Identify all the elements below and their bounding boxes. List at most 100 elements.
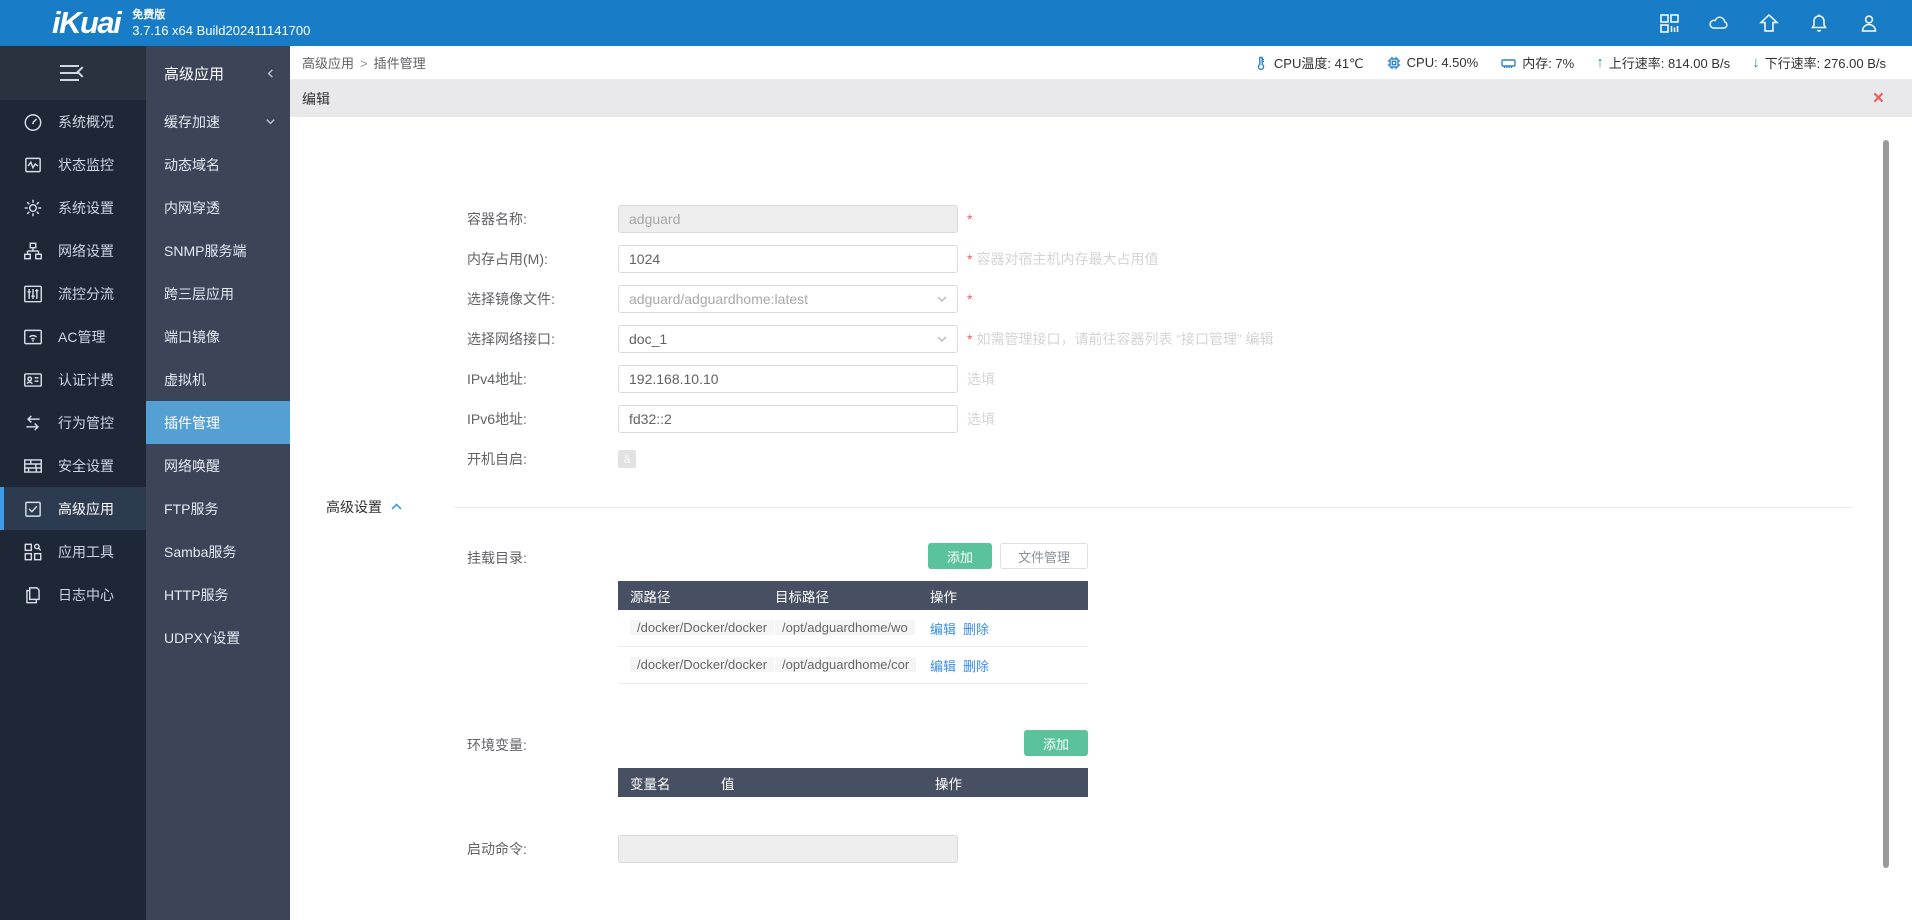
submenu-item-label: HTTP服务 bbox=[164, 585, 229, 605]
memory-icon bbox=[1500, 55, 1517, 71]
download-rate-status: ↓ 下行速率: 276.00 B/s bbox=[1752, 53, 1886, 72]
wifi-screen-icon bbox=[22, 326, 44, 348]
ipv4-input[interactable] bbox=[618, 365, 958, 393]
submenu-sidebar: 高级应用 缓存加速 动态域名 内网穿透 SNMP服务端 跨三层应用 端口镜像 虚… bbox=[146, 46, 290, 920]
submenu-item-label: 缓存加速 bbox=[164, 112, 220, 132]
sidebar-item-behavior-control[interactable]: 行为管控 bbox=[0, 401, 146, 444]
interface-select-value: doc_1 bbox=[629, 331, 667, 347]
status-bar: CPU温度: 41℃ CPU: 4.50% 内存: 7% ↑ 上行速率: 814… bbox=[1253, 53, 1886, 72]
sidebar-collapse-toggle[interactable] bbox=[0, 46, 146, 100]
close-icon[interactable]: × bbox=[1873, 89, 1884, 108]
column-actions: 操作 bbox=[930, 586, 1088, 606]
submenu-title: 高级应用 bbox=[164, 63, 224, 84]
container-name-label: 容器名称: bbox=[467, 209, 618, 229]
submenu-item-plugin-management[interactable]: 插件管理 bbox=[146, 401, 290, 444]
sidebar-item-system-settings[interactable]: 系统设置 bbox=[0, 186, 146, 229]
chevron-down-icon bbox=[265, 116, 276, 127]
target-path-cell: /opt/adguardhome/wo bbox=[775, 620, 915, 635]
env-label: 环境变量: bbox=[467, 730, 618, 755]
user-icon[interactable] bbox=[1858, 12, 1880, 34]
file-manager-button[interactable]: 文件管理 bbox=[1000, 543, 1088, 569]
submenu-item-udpxy[interactable]: UDPXY设置 bbox=[146, 616, 290, 659]
column-source: 源路径 bbox=[618, 586, 775, 606]
submenu-item-vm[interactable]: 虚拟机 bbox=[146, 358, 290, 401]
form-row-command: 启动命令: bbox=[290, 829, 1912, 869]
add-env-button[interactable]: 添加 bbox=[1024, 730, 1088, 756]
edit-link[interactable]: 编辑 bbox=[930, 659, 956, 674]
sidebar-item-network-settings[interactable]: 网络设置 bbox=[0, 229, 146, 272]
submenu-item-label: 插件管理 bbox=[164, 413, 220, 433]
sidebar-item-advanced-apps[interactable]: 高级应用 bbox=[0, 487, 146, 530]
sidebar-item-traffic-control[interactable]: 流控分流 bbox=[0, 272, 146, 315]
submenu-item-label: 网络唤醒 bbox=[164, 456, 220, 476]
ipv6-input[interactable] bbox=[618, 405, 958, 433]
autostart-checkbox[interactable]: â bbox=[618, 450, 636, 468]
tools-grid-icon bbox=[22, 541, 44, 563]
command-input bbox=[618, 835, 958, 863]
submenu-item-ddns[interactable]: 动态域名 bbox=[146, 143, 290, 186]
apps-grid-icon[interactable] bbox=[1658, 12, 1680, 34]
ipv6-label: IPv6地址: bbox=[467, 409, 618, 429]
target-path-cell: /opt/adguardhome/cor bbox=[775, 657, 916, 672]
sidebar-item-label: 流控分流 bbox=[58, 284, 114, 304]
cloud-icon[interactable] bbox=[1708, 12, 1730, 34]
advanced-settings-toggle[interactable]: 高级设置 bbox=[326, 497, 1852, 517]
command-label: 启动命令: bbox=[467, 839, 618, 859]
sidebar-item-label: 安全设置 bbox=[58, 456, 114, 476]
sidebar-item-app-tools[interactable]: 应用工具 bbox=[0, 530, 146, 573]
submenu-item-ftp[interactable]: FTP服务 bbox=[146, 487, 290, 530]
edit-link[interactable]: 编辑 bbox=[930, 622, 956, 637]
sidebar-item-label: 高级应用 bbox=[58, 499, 114, 519]
submenu-item-label: SNMP服务端 bbox=[164, 241, 246, 261]
chevron-down-icon bbox=[936, 333, 948, 345]
brick-wall-icon bbox=[22, 455, 44, 477]
submenu-item-port-mirror[interactable]: 端口镜像 bbox=[146, 315, 290, 358]
form-row-autostart: 开机自启: â bbox=[290, 439, 1912, 479]
memory-input[interactable] bbox=[618, 245, 958, 273]
sidebar-item-ac-management[interactable]: AC管理 bbox=[0, 315, 146, 358]
delete-link[interactable]: 删除 bbox=[963, 659, 989, 674]
edition-label: 免费版 bbox=[132, 9, 310, 23]
mount-table-row: /docker/Docker/docker /opt/adguardhome/w… bbox=[618, 610, 1088, 647]
gear-icon bbox=[22, 197, 44, 219]
form-row-memory: 内存占用(M): *容器对宿主机内存最大占用值 bbox=[290, 239, 1912, 279]
sidebar-item-status-monitor[interactable]: 状态监控 bbox=[0, 143, 146, 186]
hamburger-icon bbox=[60, 65, 86, 81]
interface-label: 选择网络接口: bbox=[467, 329, 618, 349]
sidebar-item-label: AC管理 bbox=[58, 327, 105, 347]
sidebar-item-system-overview[interactable]: 系统概况 bbox=[0, 100, 146, 143]
submenu-item-cache-acceleration[interactable]: 缓存加速 bbox=[146, 100, 290, 143]
sidebar-item-log-center[interactable]: 日志中心 bbox=[0, 573, 146, 616]
submenu-item-label: 虚拟机 bbox=[164, 370, 206, 390]
mount-table-header: 源路径 目标路径 操作 bbox=[618, 581, 1088, 610]
submenu-item-label: 端口镜像 bbox=[164, 327, 220, 347]
sidebar-item-auth-billing[interactable]: 认证计费 bbox=[0, 358, 146, 401]
sidebar-item-label: 认证计费 bbox=[58, 370, 114, 390]
submenu-item-snmp[interactable]: SNMP服务端 bbox=[146, 229, 290, 272]
submenu-item-label: 跨三层应用 bbox=[164, 284, 234, 304]
submenu-item-wake-on-lan[interactable]: 网络唤醒 bbox=[146, 444, 290, 487]
image-label: 选择镜像文件: bbox=[467, 289, 618, 309]
mount-table-row: /docker/Docker/docker /opt/adguardhome/c… bbox=[618, 647, 1088, 684]
upgrade-icon[interactable] bbox=[1758, 12, 1780, 34]
image-select-value: adguard/adguardhome:latest bbox=[629, 291, 808, 307]
submenu-header[interactable]: 高级应用 bbox=[146, 46, 290, 100]
breadcrumb-parent[interactable]: 高级应用 bbox=[302, 56, 354, 71]
container-form: 容器名称: * 内存占用(M): *容器对宿主机内存最大占用值 选择镜像文件: … bbox=[290, 117, 1912, 479]
submenu-item-nat-traversal[interactable]: 内网穿透 bbox=[146, 186, 290, 229]
sidebar-item-label: 日志中心 bbox=[58, 585, 114, 605]
interface-select[interactable]: doc_1 bbox=[618, 325, 958, 353]
vertical-scrollbar[interactable] bbox=[1883, 140, 1889, 868]
add-mount-button[interactable]: 添加 bbox=[928, 543, 992, 569]
main-area: 高级应用>插件管理 CPU温度: 41℃ CPU: 4.50% 内存: 7% ↑… bbox=[290, 46, 1912, 920]
sidebar-item-security-settings[interactable]: 安全设置 bbox=[0, 444, 146, 487]
breadcrumb: 高级应用>插件管理 bbox=[302, 53, 426, 72]
bell-icon[interactable] bbox=[1808, 12, 1830, 34]
clipboard-check-icon bbox=[22, 498, 44, 520]
submenu-item-samba[interactable]: Samba服务 bbox=[146, 530, 290, 573]
env-column: 添加 变量名 值 操作 bbox=[618, 730, 1088, 797]
advanced-settings-title: 高级设置 bbox=[326, 497, 382, 517]
submenu-item-http[interactable]: HTTP服务 bbox=[146, 573, 290, 616]
submenu-item-cross-layer3[interactable]: 跨三层应用 bbox=[146, 272, 290, 315]
delete-link[interactable]: 删除 bbox=[963, 622, 989, 637]
